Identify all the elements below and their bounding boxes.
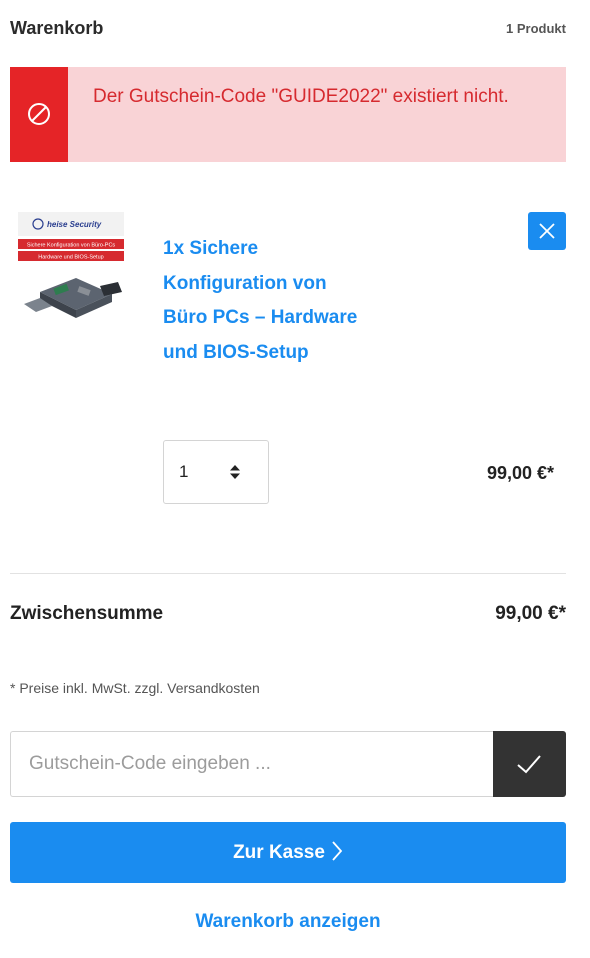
cart-title: Warenkorb [10,18,104,38]
tax-note: * Preise inkl. MwSt. zzgl. Versandkosten [10,680,260,696]
thumbnail-line1: Sichere Konfiguration von Büro-PCs [27,243,116,249]
subtotal-value: 99,00 €* [495,603,566,624]
divider [10,573,566,574]
alert-message: Der Gutschein-Code "GUIDE2022" existiert… [93,86,509,107]
cart-header: Warenkorb 1 Produkt [10,18,566,42]
subtotal-row: Zwischensumme 99,00 €* [10,603,566,631]
item-price: 99,00 €* [486,463,554,483]
product-name-link[interactable]: 1x Sichere Konfiguration von Büro PCs – … [163,232,373,370]
sort-arrows-icon [230,465,240,479]
checkmark-icon [517,755,541,774]
cart-item: heise Security Sichere Konfiguration von… [10,210,566,530]
chevron-right-icon [332,841,343,861]
product-count: 1 Produkt [506,21,566,36]
quantity-select[interactable]: 1 [163,440,269,504]
error-alert: Der Gutschein-Code "GUIDE2022" existiert… [10,67,566,162]
checkout-button[interactable]: Zur Kasse [10,822,566,883]
close-icon [539,223,555,239]
product-thumbnail[interactable]: heise Security Sichere Konfiguration von… [18,212,124,334]
thumbnail-brand: heise Security [47,220,102,229]
alert-icon-box [10,67,68,162]
coupon-form [10,731,566,797]
coupon-submit-button[interactable] [493,731,566,797]
coupon-code-input[interactable] [10,731,493,797]
blocked-icon [28,103,50,125]
quantity-value: 1 [179,462,189,481]
checkout-label: Zur Kasse [233,842,325,863]
view-cart-link[interactable]: Warenkorb anzeigen [10,911,566,933]
thumbnail-line2: Hardware und BIOS-Setup [38,255,103,261]
subtotal-label: Zwischensumme [10,603,164,624]
remove-item-button[interactable] [528,212,566,250]
